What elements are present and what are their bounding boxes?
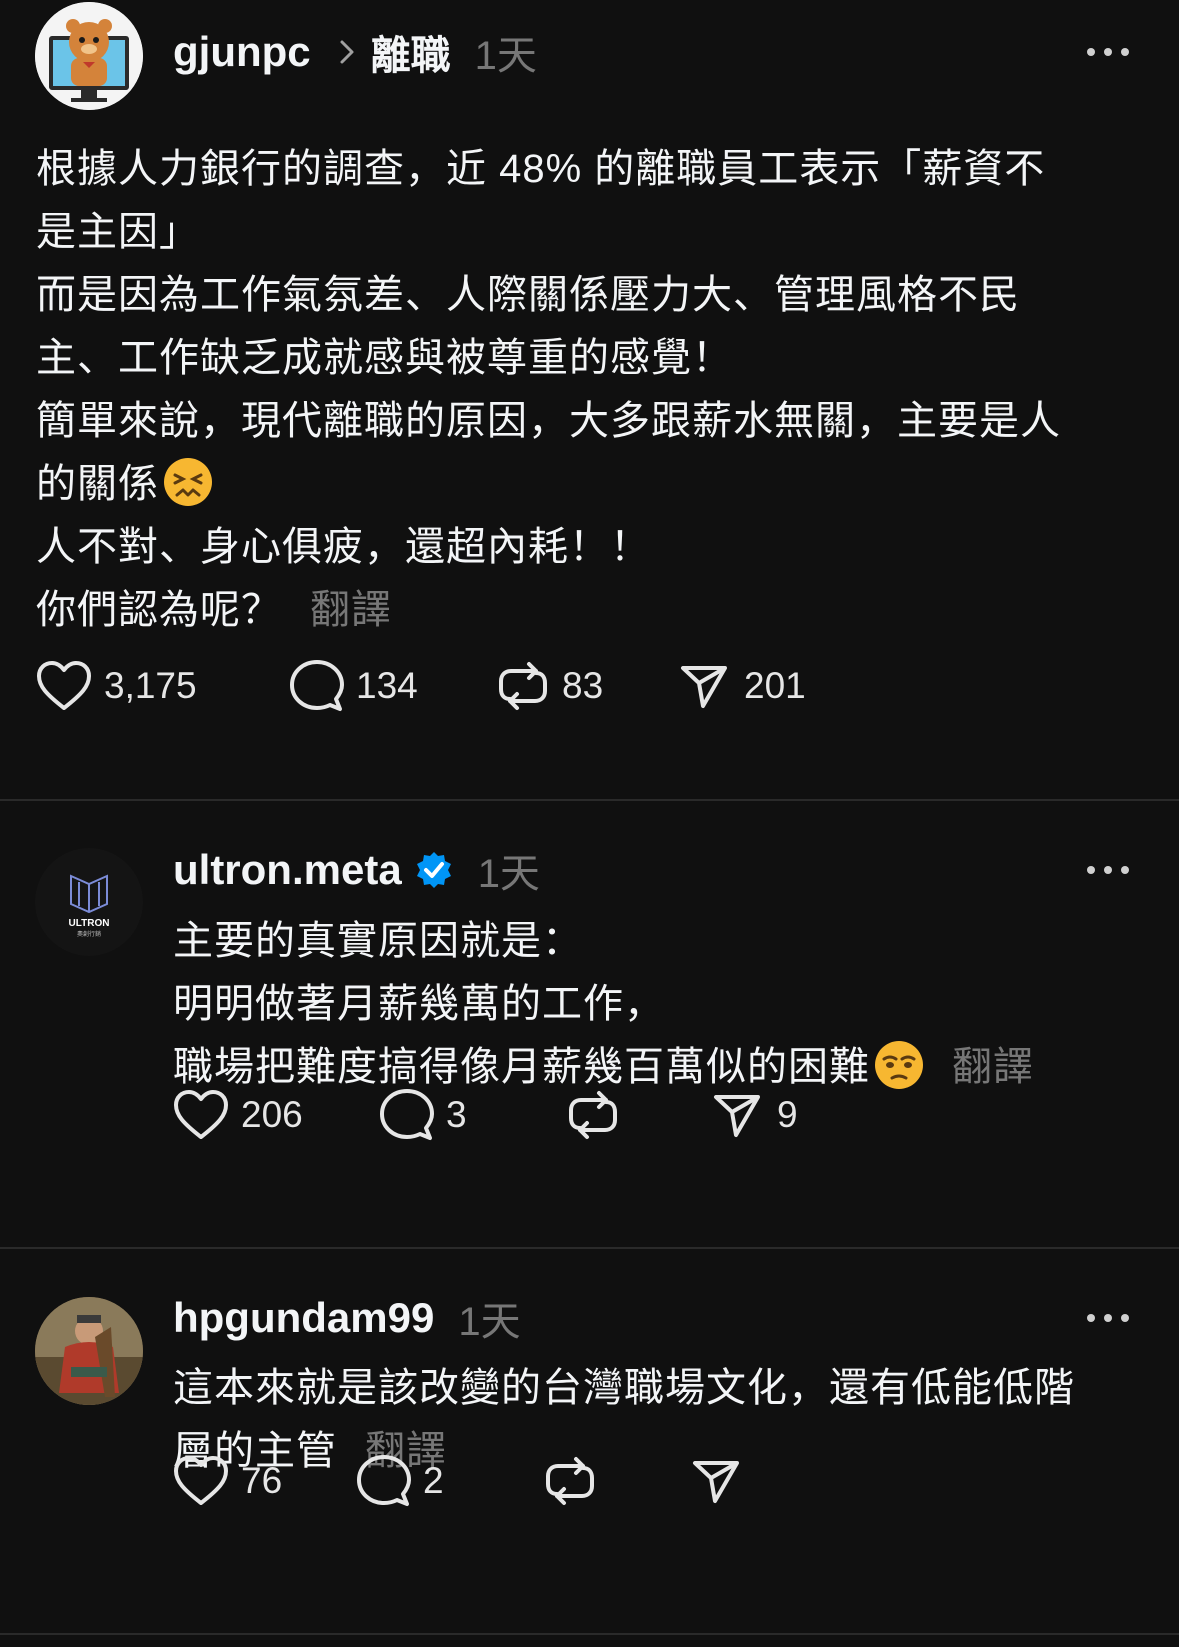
avatar-hpgundam99[interactable] xyxy=(35,1297,143,1405)
like-count: 3,175 xyxy=(104,665,197,706)
comment-count: 134 xyxy=(356,665,418,706)
username[interactable]: hpgundam99 xyxy=(173,1294,434,1342)
translate-link[interactable]: 翻譯 xyxy=(310,588,392,632)
post-line: 而是因為工作氣氛差、人際關係壓力大、管理風格不民 xyxy=(36,273,1020,317)
comment-bubble-icon xyxy=(290,660,344,711)
like-button[interactable]: 206 xyxy=(173,1085,303,1145)
post-time: 1天 xyxy=(458,1300,521,1344)
confounded-face-emoji xyxy=(163,457,213,507)
post-line: 人不對、身心俱疲，還超內耗！！ xyxy=(36,525,651,569)
comment-button[interactable]: 134 xyxy=(290,656,418,716)
topic-tag[interactable]: 離職 xyxy=(371,23,451,81)
action-bar: 206 3 9 xyxy=(173,1085,873,1145)
more-dots-icon[interactable] xyxy=(1087,864,1129,876)
send-icon xyxy=(714,1095,760,1137)
like-button[interactable]: 3,175 xyxy=(36,656,197,716)
post-gjunpc: gjunpc 離職 1天 根據人力銀行的調查，近 48% 的離職員工表示「薪資不… xyxy=(0,0,1179,760)
more-dots-icon[interactable] xyxy=(1087,1312,1129,1324)
action-bar: 3,175 134 83 201 xyxy=(36,656,936,716)
heart-icon xyxy=(174,1090,228,1139)
comment-button[interactable]: 3 xyxy=(380,1085,467,1145)
username[interactable]: ultron.meta xyxy=(173,846,402,894)
heart-icon xyxy=(37,661,91,710)
post-time: 1天 xyxy=(477,852,540,896)
post-hpgundam99: hpgundam99 1天 這本來就是該改變的台灣職場文化，還有低能低階 層的主… xyxy=(0,1248,1179,1647)
post-header: ultron.meta 1天 xyxy=(173,840,540,900)
translate-link[interactable]: 翻譯 xyxy=(952,1045,1034,1089)
post-line: 簡單來說，現代離職的原因，大多跟薪水無關，主要是人 xyxy=(36,399,1061,443)
repost-icon xyxy=(499,662,547,710)
post-body: 根據人力銀行的調查，近 48% 的離職員工表示「薪資不 是主因」 而是因為工作氣… xyxy=(36,138,1061,642)
share-button[interactable]: 201 xyxy=(680,656,806,716)
post-line: 的關係 xyxy=(36,462,159,506)
avatar-subtext: 奧創行銷 xyxy=(77,930,101,938)
repost-count: 83 xyxy=(562,665,604,706)
repost-icon xyxy=(546,1457,594,1505)
post-header: hpgundam99 1天 xyxy=(173,1288,521,1348)
divider xyxy=(0,1633,1179,1635)
post-header: gjunpc 離職 1天 xyxy=(173,22,537,82)
post-line: 職場把難度搞得像月薪幾百萬似的困難 xyxy=(173,1045,870,1089)
repost-icon xyxy=(569,1091,617,1139)
repost-button[interactable]: 83 xyxy=(496,656,603,716)
post-line: 主、工作缺乏成就感與被尊重的感覺！ xyxy=(36,336,733,380)
pleading-face-emoji xyxy=(874,1040,924,1090)
comment-count: 2 xyxy=(423,1460,444,1501)
comment-bubble-icon xyxy=(380,1089,434,1140)
chevron-right-icon xyxy=(339,39,355,65)
action-bar: 76 2 xyxy=(173,1451,873,1511)
share-button[interactable] xyxy=(692,1451,740,1511)
comment-bubble-icon xyxy=(357,1455,411,1506)
like-button[interactable]: 76 xyxy=(173,1451,282,1511)
more-dots-icon[interactable] xyxy=(1087,46,1129,58)
avatar-gjunpc[interactable] xyxy=(35,2,143,110)
post-body: 主要的真實原因就是： 明明做著月薪幾萬的工作， 職場把難度搞得像月薪幾百萬似的困… xyxy=(173,910,1034,1099)
username[interactable]: gjunpc xyxy=(173,28,311,76)
post-line-with-emoji: 的關係 xyxy=(36,453,1061,516)
post-line: 這本來就是該改變的台灣職場文化，還有低能低階 xyxy=(173,1366,1075,1410)
send-icon xyxy=(681,666,727,708)
avatar-text: ULTRON xyxy=(69,918,110,929)
avatar-ultron-meta[interactable]: ULTRON 奧創行銷 xyxy=(35,848,143,956)
post-line: 主要的真實原因就是： xyxy=(173,919,583,963)
post-line: 根據人力銀行的調查，近 48% 的離職員工表示「薪資不 xyxy=(36,147,1046,191)
post-line: 是主因」 xyxy=(36,210,200,254)
share-count: 201 xyxy=(744,665,806,706)
heart-icon xyxy=(174,1456,228,1505)
repost-button[interactable] xyxy=(566,1085,620,1145)
verified-badge-icon xyxy=(414,850,454,890)
post-ultron-meta: ULTRON 奧創行銷 ultron.meta 1天 主要的真實原因就是： 明明… xyxy=(0,800,1179,1245)
repost-button[interactable] xyxy=(543,1451,597,1511)
comment-button[interactable]: 2 xyxy=(357,1451,444,1511)
post-line-last: 你們認為呢？ 翻譯 xyxy=(36,579,1061,642)
like-count: 206 xyxy=(241,1094,303,1135)
post-time: 1天 xyxy=(474,34,537,78)
post-line: 你們認為呢？ xyxy=(36,588,282,632)
share-count: 9 xyxy=(777,1094,798,1135)
post-line: 明明做著月薪幾萬的工作， xyxy=(173,982,665,1026)
comment-count: 3 xyxy=(446,1094,467,1135)
share-button[interactable]: 9 xyxy=(713,1085,798,1145)
like-count: 76 xyxy=(241,1460,283,1501)
send-icon xyxy=(693,1461,739,1503)
